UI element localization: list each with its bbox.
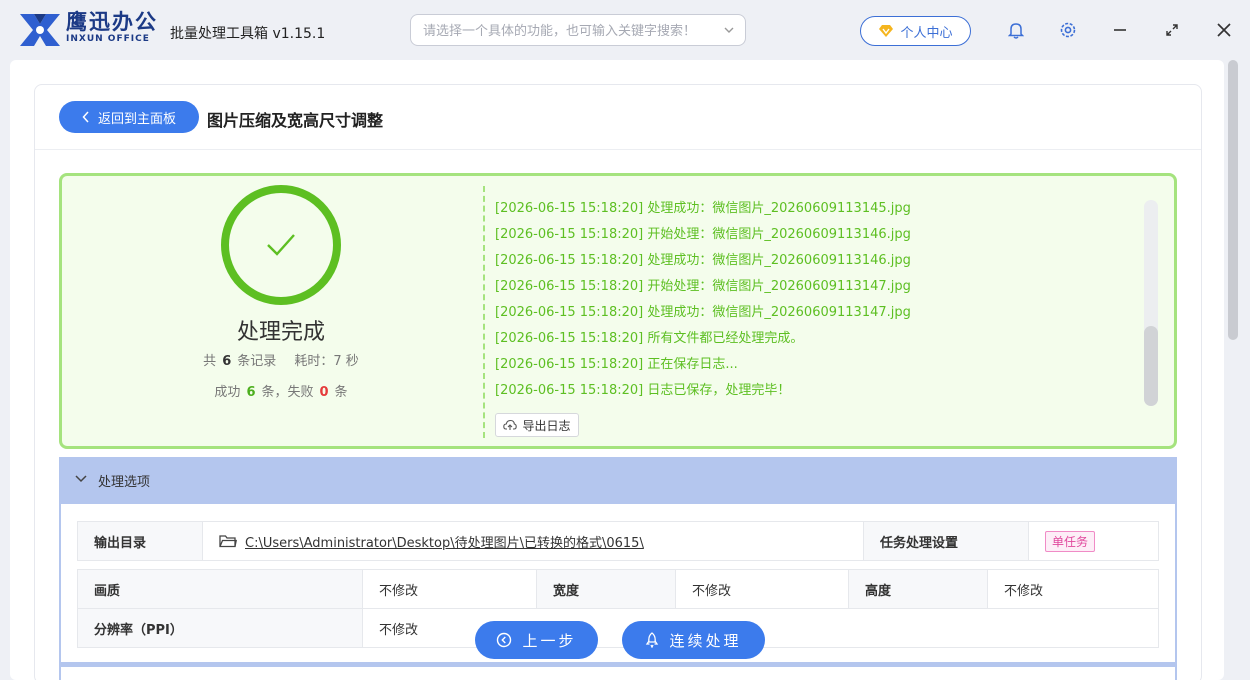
output-dir-label: 输出目录 — [77, 521, 203, 561]
success-count: 6 — [246, 385, 256, 400]
log-list: [2026-06-15 15:18:20] 处理成功：微信图片_20260609… — [495, 196, 1135, 404]
export-log-button[interactable]: 导出日志 — [495, 413, 579, 437]
task-setting-cell: 单任务 — [1028, 521, 1159, 561]
task-setting-label: 任务处理设置 — [863, 521, 1029, 561]
status-title: 处理完成 — [236, 320, 325, 345]
maximize-icon[interactable] — [1162, 20, 1182, 40]
elapsed-prefix: 耗时： — [294, 354, 334, 369]
gear-icon[interactable] — [1058, 20, 1078, 40]
success-ring — [221, 185, 341, 305]
continue-processing-button[interactable]: 连续处理 — [622, 621, 765, 659]
back-to-main-button[interactable]: 返回到主面板 — [59, 101, 199, 133]
chevron-down-icon — [75, 475, 87, 483]
chevron-down-icon[interactable] — [723, 24, 735, 36]
log-line: [2026-06-15 15:18:20] 所有文件都已经处理完成。 — [495, 331, 804, 346]
page-scrollbar-thumb[interactable] — [1228, 60, 1238, 340]
continue-processing-label: 连续处理 — [669, 631, 742, 650]
brand-name: 鹰迅办公 — [66, 10, 158, 34]
brand-name-en: INXUN OFFICE — [66, 34, 150, 44]
single-task-badge: 单任务 — [1045, 530, 1096, 552]
chevron-left-icon — [82, 111, 89, 123]
app-logo-icon — [20, 14, 60, 46]
fail-count: 0 — [319, 385, 329, 400]
minimize-icon[interactable] — [1110, 20, 1130, 40]
elapsed-value: 7 秒 — [333, 354, 359, 369]
options-footer-bar — [59, 662, 1177, 667]
log-scrollbar-thumb[interactable] — [1144, 326, 1158, 406]
total-count: 6 — [222, 354, 232, 369]
folder-icon — [219, 535, 237, 548]
checkmark-icon — [267, 234, 295, 256]
record-stats: 共 6 条记录 耗时：7 秒 — [160, 350, 402, 369]
options-header-label: 处理选项 — [98, 475, 151, 490]
quality-label: 画质 — [77, 569, 363, 609]
function-search[interactable] — [410, 14, 746, 46]
back-label: 返回到主面板 — [97, 111, 176, 127]
search-input[interactable] — [423, 21, 713, 41]
success-suffix: 条，失败 — [261, 385, 314, 400]
close-icon[interactable] — [1214, 20, 1234, 40]
log-line: [2026-06-15 15:18:20] 处理成功：微信图片_20260609… — [495, 253, 911, 268]
total-prefix: 共 — [203, 354, 217, 369]
divider — [35, 149, 1201, 150]
success-prefix: 成功 — [214, 385, 241, 400]
divider — [483, 186, 485, 438]
page-title: 图片压缩及宽高尺寸调整 — [207, 111, 384, 130]
output-dir-link[interactable]: C:\Users\Administrator\Desktop\待处理图片\已转换… — [245, 532, 644, 551]
height-label: 高度 — [848, 569, 988, 609]
height-value: 不修改 — [987, 569, 1159, 609]
result-stats: 成功 6 条，失败 0 条 — [160, 381, 402, 400]
brand: 鹰迅办公 INXUN OFFICE — [66, 10, 158, 45]
width-label: 宽度 — [536, 569, 676, 609]
total-suffix: 条记录 — [237, 354, 277, 369]
diamond-icon — [879, 25, 894, 37]
export-log-label: 导出日志 — [522, 418, 571, 433]
app-title: 批量处理工具箱 v1.15.1 — [170, 26, 326, 42]
title-bar: 鹰迅办公 INXUN OFFICE 批量处理工具箱 v1.15.1 个人中心 — [0, 0, 1250, 62]
width-value: 不修改 — [675, 569, 849, 609]
bell-icon[interactable] — [1006, 20, 1026, 40]
cloud-upload-icon — [503, 419, 518, 430]
previous-step-label: 上一步 — [522, 631, 577, 650]
fail-suffix: 条 — [334, 385, 348, 400]
rocket-icon — [646, 632, 659, 648]
log-line: [2026-06-15 15:18:20] 处理成功：微信图片_20260609… — [495, 305, 911, 320]
log-line: [2026-06-15 15:18:20] 开始处理：微信图片_20260609… — [495, 227, 911, 242]
log-line: [2026-06-15 15:18:20] 正在保存日志... — [495, 357, 738, 372]
previous-step-button[interactable]: 上一步 — [475, 621, 598, 659]
quality-value: 不修改 — [362, 569, 537, 609]
output-dir-cell: C:\Users\Administrator\Desktop\待处理图片\已转换… — [202, 521, 864, 561]
user-center-label: 个人中心 — [900, 25, 953, 41]
ppi-label: 分辨率（PPI） — [77, 608, 363, 648]
options-header[interactable]: 处理选项 — [59, 457, 1177, 504]
log-line: [2026-06-15 15:18:20] 日志已保存，处理完毕！ — [495, 383, 791, 398]
log-line: [2026-06-15 15:18:20] 开始处理：微信图片_20260609… — [495, 279, 911, 294]
log-line: [2026-06-15 15:18:20] 处理成功：微信图片_20260609… — [495, 201, 911, 216]
circle-chevron-left-icon — [497, 632, 512, 648]
user-center-button[interactable]: 个人中心 — [860, 16, 971, 46]
